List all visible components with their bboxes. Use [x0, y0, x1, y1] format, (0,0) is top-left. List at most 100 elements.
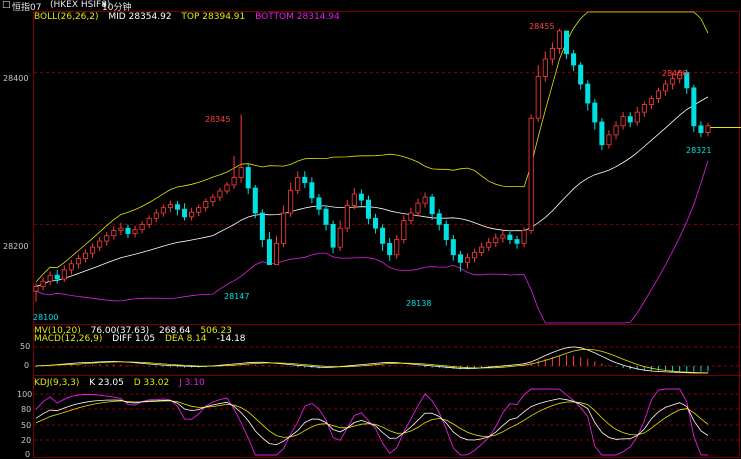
candle-body-19 — [167, 204, 173, 209]
candle-body-8 — [90, 246, 96, 254]
candle-body-77 — [578, 64, 584, 85]
chart-canvas[interactable]: 28400 28200 50 0 100 80 50 20 0 28455 28… — [0, 0, 741, 459]
candle-body-57 — [436, 213, 442, 225]
candle-body-6 — [75, 258, 81, 265]
candle-body-88 — [655, 90, 662, 99]
candlesticks — [33, 28, 711, 302]
kdj-panel — [35, 388, 709, 456]
kdj-tick-50: 50 — [21, 421, 31, 430]
candle-body-40 — [316, 197, 322, 210]
candle-body-18 — [160, 207, 166, 214]
annotation-high: 28455 — [529, 22, 554, 31]
candle-body-65 — [493, 237, 499, 243]
candle-body-43 — [337, 227, 343, 248]
candle-body-34 — [273, 242, 280, 265]
macd-dea-line — [35, 348, 709, 374]
candle-body-37 — [295, 176, 301, 191]
macd-legend: MACD(12,26,9) DIFF 1.05 DEA 8.14 -14.18 — [34, 334, 253, 345]
candle-body-66 — [500, 234, 506, 239]
candle-body-1 — [40, 280, 46, 287]
macd-dea: DEA 8.14 — [164, 334, 207, 344]
candle-body-28 — [231, 176, 237, 186]
annotation-low1: 28147 — [224, 292, 249, 301]
kdj-k: K 23.05 — [89, 378, 124, 388]
candle-body-52 — [401, 220, 407, 240]
candle-body-74 — [556, 30, 562, 49]
candle-body-58 — [443, 223, 449, 240]
candle-body-36 — [288, 189, 294, 214]
candle-body-38 — [302, 176, 308, 184]
candle-body-46 — [358, 193, 364, 201]
macd-label[interactable]: MACD(12,26,9) — [34, 334, 102, 344]
macd-diff: DIFF 1.05 — [112, 334, 156, 344]
candle-body-64 — [486, 242, 492, 248]
candle-body-48 — [373, 217, 379, 229]
candle-body-75 — [564, 30, 570, 55]
macd-tick-50: 50 — [20, 342, 30, 351]
boll-bottom-line — [35, 160, 709, 324]
candle-body-44 — [344, 205, 350, 229]
candle-body-79 — [592, 102, 598, 123]
candle-body-61 — [464, 257, 471, 263]
kdj-d: D 33.02 — [133, 378, 170, 388]
candle-body-24 — [203, 201, 209, 209]
macd-diff-line — [35, 346, 708, 374]
kdj-tick-20: 20 — [21, 436, 31, 445]
chart-frame — [33, 11, 741, 458]
candle-body-71 — [535, 76, 541, 119]
candle-body-72 — [542, 58, 548, 77]
candle-body-54 — [415, 202, 421, 214]
candle-body-51 — [394, 239, 400, 256]
candle-body-50 — [387, 242, 393, 256]
annotation-left-low: 28100 — [33, 313, 58, 322]
kdj-tick-0: 0 — [25, 450, 30, 459]
candle-body-27 — [224, 184, 230, 192]
candle-body-22 — [189, 211, 195, 218]
candle-body-33 — [266, 239, 272, 265]
candle-body-55 — [422, 196, 428, 204]
boll-legend: BOLL(26,26,2) MID 28354.92 TOP 28394.91 … — [34, 12, 347, 23]
candle-body-73 — [549, 48, 555, 60]
macd-hist: -14.18 — [216, 334, 246, 344]
candle-body-41 — [323, 208, 329, 225]
kdj-k-line — [35, 398, 709, 446]
candle-body-78 — [585, 83, 591, 104]
annotation-high2: 28400 — [662, 69, 687, 78]
candle-body-76 — [571, 53, 577, 66]
candle-body-83 — [620, 116, 626, 127]
kdj-label[interactable]: KDJ(9,3,3) — [34, 378, 79, 388]
candle-body-12 — [118, 227, 124, 231]
candle-body-26 — [217, 190, 223, 198]
candle-body-84 — [627, 116, 633, 123]
annotation-low2: 28138 — [406, 299, 431, 308]
candle-body-0 — [33, 286, 39, 292]
boll-label[interactable]: BOLL(26,26,2) — [34, 12, 99, 22]
candle-body-42 — [330, 223, 336, 248]
candle-body-63 — [479, 246, 485, 253]
candle-body-15 — [139, 223, 145, 231]
candle-body-89 — [663, 83, 669, 92]
candle-body-49 — [380, 227, 386, 244]
candle-body-30 — [245, 167, 251, 189]
price-annotations: 28455 28400 28345 28147 28138 28321 2810… — [33, 22, 711, 322]
macd-tick-0: 0 — [24, 361, 29, 370]
candle-body-86 — [641, 104, 647, 113]
candle-body-11 — [111, 230, 117, 237]
candle-body-90 — [670, 78, 676, 85]
candle-body-93 — [691, 87, 697, 127]
axis-labels: 28400 28200 50 0 100 80 50 20 0 — [3, 74, 32, 459]
candle-body-35 — [281, 212, 287, 244]
candle-body-20 — [174, 204, 180, 210]
candle-body-17 — [153, 212, 159, 219]
candle-body-70 — [528, 117, 534, 231]
candle-body-68 — [514, 239, 520, 244]
candle-body-87 — [648, 98, 654, 105]
kdj-d-line — [35, 400, 709, 438]
candle-body-69 — [521, 230, 527, 244]
candle-body-9 — [97, 240, 103, 248]
candle-body-95 — [705, 125, 711, 134]
boll-bottom: BOTTOM 28314.94 — [255, 12, 340, 22]
kdj-tick-80: 80 — [21, 405, 31, 414]
boll-top: TOP 28394.91 — [181, 12, 246, 22]
candle-body-10 — [104, 235, 110, 242]
